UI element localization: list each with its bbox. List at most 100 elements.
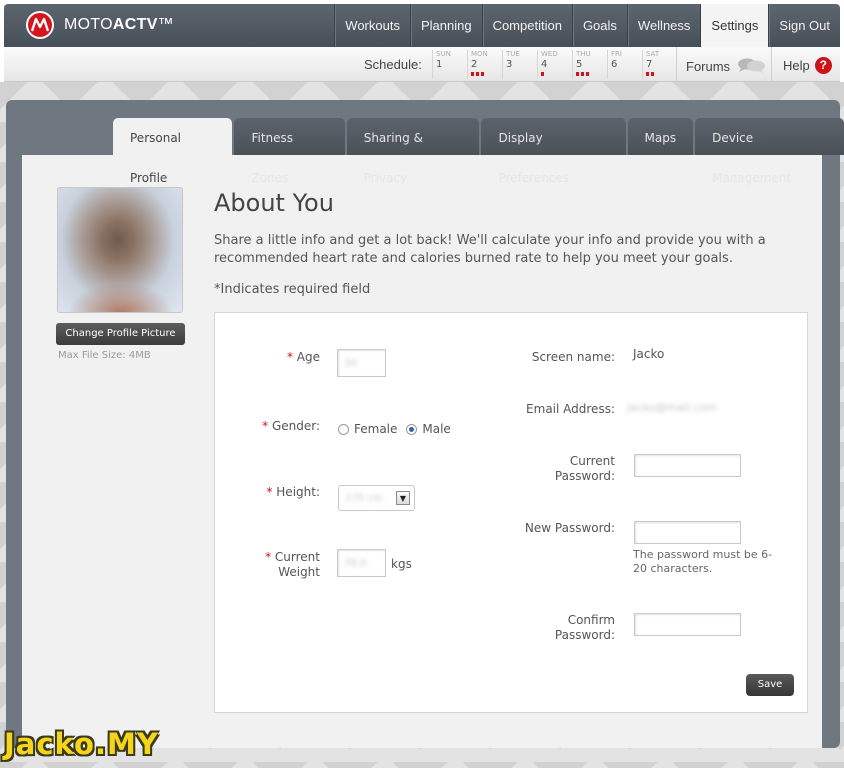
height-select[interactable]: 175 cm ▼: [338, 485, 415, 511]
email-value: jacko@mail.com: [627, 401, 718, 414]
weight-input[interactable]: 78.0: [337, 549, 386, 577]
schedule-day-number: 3: [506, 59, 513, 70]
max-file-size-note: Max File Size: 4MB: [58, 350, 151, 361]
page-title: About You: [214, 189, 334, 217]
age-label: * Age: [286, 350, 320, 364]
workout-dot: [471, 72, 474, 76]
schedule-day-of-week: MON: [471, 50, 488, 58]
workout-indicator: [471, 72, 501, 76]
password-hint: The password must be 6-20 characters.: [633, 548, 773, 575]
schedule-day[interactable]: THU 5: [572, 50, 606, 79]
current-password-label: Current Password:: [554, 454, 615, 483]
gender-male-label: Male: [422, 422, 451, 436]
weight-label: * Current Weight: [265, 550, 320, 579]
workout-dot: [651, 72, 654, 76]
schedule-day[interactable]: WED 4: [537, 50, 571, 79]
screen-name-label: Screen name:: [531, 350, 615, 364]
workout-indicator: [646, 72, 676, 76]
email-label: Email Address:: [526, 402, 615, 416]
divider: [771, 47, 772, 82]
nav-workouts[interactable]: Workouts: [334, 4, 410, 47]
height-value: 175 cm: [345, 493, 383, 504]
nav-settings[interactable]: Settings: [700, 4, 769, 47]
tab-fitness-zones[interactable]: Fitness Zones: [234, 118, 345, 185]
gender-female-radio[interactable]: [338, 423, 349, 435]
workout-dot: [581, 72, 584, 76]
watermark: Jacko.MY: [4, 727, 159, 761]
brand-name: MOTOACTV™: [64, 16, 174, 33]
required-field-note: *Indicates required field: [214, 282, 371, 297]
workout-dot: [476, 72, 479, 76]
schedule-day-of-week: WED: [541, 50, 558, 58]
gender-male-radio[interactable]: [406, 423, 418, 435]
weight-value: 78.0: [344, 558, 367, 569]
forums-link[interactable]: Forums: [686, 57, 766, 76]
schedule-day-number: 4: [541, 59, 548, 70]
save-button[interactable]: Save: [746, 674, 794, 696]
workout-indicator: [541, 72, 571, 76]
nav-goals[interactable]: Goals: [571, 4, 627, 47]
tab-maps[interactable]: Maps: [627, 118, 694, 155]
chevron-down-icon: ▼: [396, 491, 410, 505]
workout-indicator: [576, 72, 606, 76]
workout-dot: [576, 72, 579, 76]
schedule-day[interactable]: SUN 1: [432, 50, 466, 79]
workout-dot: [646, 72, 649, 76]
schedule-day-of-week: SAT: [646, 50, 660, 58]
current-password-input[interactable]: [634, 454, 741, 477]
schedule-day-number: 5: [576, 59, 583, 70]
brand-logo[interactable]: MOTOACTV™: [26, 11, 174, 39]
age-value: 34: [344, 358, 357, 369]
nav-sign-out[interactable]: Sign Out: [768, 4, 840, 47]
new-password-label: New Password:: [524, 521, 615, 535]
gender-label: * Gender:: [262, 419, 320, 433]
new-password-input[interactable]: [634, 521, 741, 544]
help-icon: ?: [814, 57, 832, 74]
schedule-day[interactable]: FRI 6: [607, 50, 641, 79]
change-profile-picture-button[interactable]: Change Profile Picture: [56, 323, 185, 345]
schedule-day-of-week: FRI: [611, 50, 622, 58]
profile-form: [214, 312, 808, 713]
tab-sharing-privacy[interactable]: Sharing & Privacy: [346, 118, 480, 185]
top-nav-bar: MOTOACTV™ Workouts Planning Competition …: [4, 4, 840, 47]
confirm-password-input[interactable]: [634, 613, 741, 636]
tab-display-preferences[interactable]: Display Preferences: [481, 118, 626, 185]
settings-tabs: Personal Profile Fitness Zones Sharing &…: [113, 118, 844, 185]
schedule-day-number: 7: [646, 59, 653, 70]
schedule-label: Schedule:: [364, 57, 422, 72]
motorola-logo-icon: [26, 11, 54, 39]
schedule-day[interactable]: TUE 3: [502, 50, 536, 79]
help-link[interactable]: Help ?: [783, 57, 832, 74]
nav-planning[interactable]: Planning: [409, 4, 482, 47]
schedule-day-number: 2: [471, 59, 478, 70]
nav-wellness[interactable]: Wellness: [626, 4, 701, 47]
divider: [676, 47, 677, 82]
gender-female-label: Female: [354, 422, 398, 436]
weight-unit: kgs: [391, 557, 412, 571]
schedule-day[interactable]: MON 2: [467, 50, 501, 79]
schedule-day[interactable]: SAT 7: [642, 50, 676, 79]
workout-dot: [481, 72, 484, 76]
schedule-bar: Schedule: SUN 1 MON 2 TUE 3 WED 4 THU 5 FRI 6 SAT 7 F…: [4, 47, 840, 82]
chat-bubbles-icon: [736, 57, 766, 76]
forums-label: Forums: [686, 59, 731, 74]
age-input[interactable]: 34: [337, 349, 386, 377]
workout-dot: [586, 72, 589, 76]
help-label: Help: [783, 58, 810, 73]
height-label: * Height:: [266, 485, 320, 499]
schedule-day-of-week: SUN: [436, 50, 451, 58]
schedule-day-of-week: THU: [576, 50, 591, 58]
nav-competition[interactable]: Competition: [481, 4, 572, 47]
schedule-day-number: 6: [611, 59, 618, 70]
tab-personal-profile[interactable]: Personal Profile: [113, 118, 233, 185]
schedule-day-number: 1: [436, 59, 443, 70]
workout-dot: [541, 72, 544, 76]
screen-name-value: Jacko: [633, 347, 665, 361]
schedule-day-of-week: TUE: [506, 50, 520, 58]
gender-radio-group: Female Male: [338, 422, 451, 436]
profile-picture: [57, 187, 183, 313]
about-description: Share a little info and get a lot back! …: [214, 233, 766, 266]
tab-device-management[interactable]: Device Management: [695, 118, 844, 185]
confirm-password-label: Confirm Password:: [554, 613, 615, 642]
main-nav: Workouts Planning Competition Goals Well…: [334, 4, 840, 47]
